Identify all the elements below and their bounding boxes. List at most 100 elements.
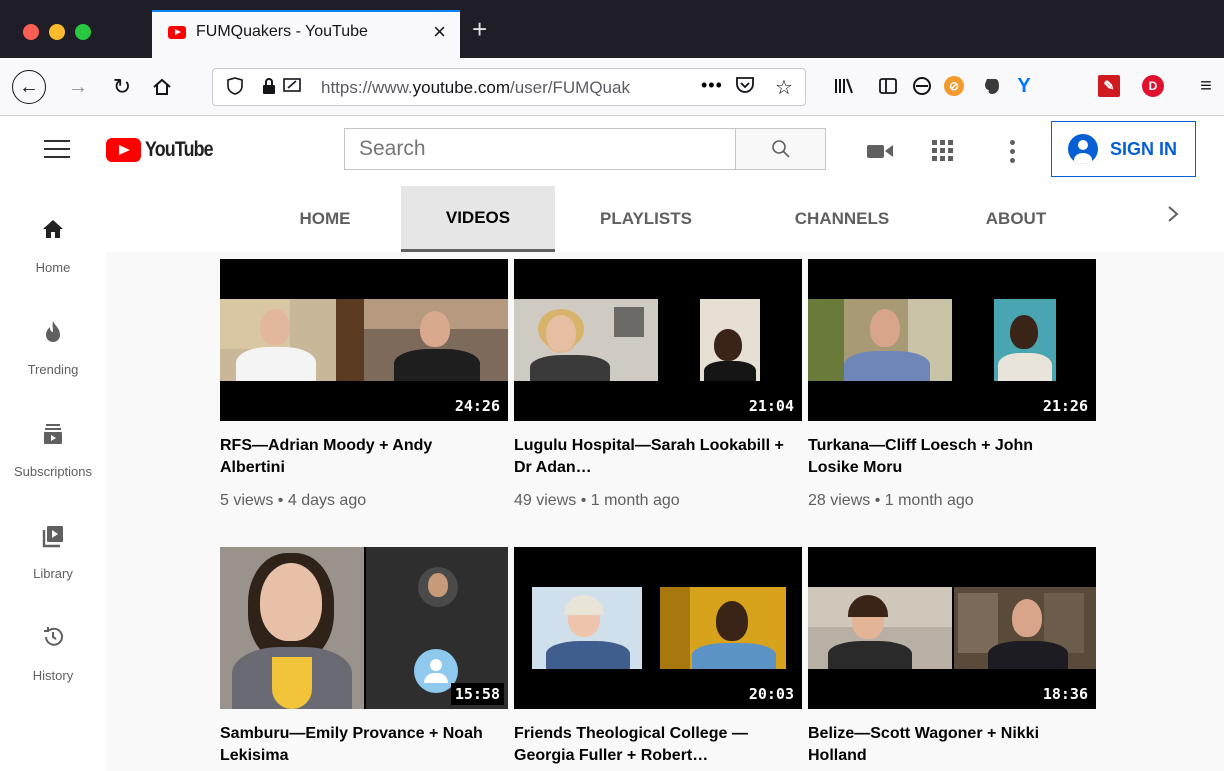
sidebar-item-library[interactable]: Library: [0, 524, 106, 581]
settings-more-icon[interactable]: [998, 138, 1026, 164]
new-tab-button[interactable]: +: [472, 14, 487, 45]
guide-sidebar: Home Trending Subscriptions Library Hist…: [0, 186, 106, 771]
search-input[interactable]: Search: [344, 128, 736, 170]
participant-video-panel: [532, 587, 642, 669]
video-thumbnail[interactable]: 21:26: [808, 259, 1096, 421]
library-icon: [0, 524, 106, 552]
search-button[interactable]: [736, 128, 826, 170]
browser-tab-active[interactable]: FUMQuakers - YouTube ×: [152, 10, 460, 58]
youtube-header: YouTube Search SIGN IN: [0, 116, 1224, 186]
tab-home[interactable]: HOME: [268, 186, 382, 252]
sidebar-item-subscriptions[interactable]: Subscriptions: [0, 422, 106, 479]
participant-video-panel: [220, 547, 364, 709]
video-metadata: 5 views • 4 days ago: [220, 492, 367, 509]
participant-video-panel: [514, 299, 658, 381]
tab-title: FUMQuakers - YouTube: [196, 23, 368, 40]
y-extension-icon[interactable]: Y: [1012, 72, 1036, 100]
address-bar[interactable]: https://www.youtube.com/user/FUMQuak •••…: [212, 68, 806, 106]
sidebar-item-label: Trending: [27, 362, 79, 377]
participant-video-panel: [364, 299, 508, 381]
tab-close-icon[interactable]: ×: [433, 19, 446, 45]
create-video-icon[interactable]: [866, 138, 894, 164]
house-icon: [153, 78, 171, 95]
video-metadata: 49 views • 1 month ago: [514, 492, 680, 509]
video-thumbnail[interactable]: 24:26: [220, 259, 508, 421]
video-thumbnail[interactable]: 20:03: [514, 547, 802, 709]
video-title[interactable]: RFS—Adrian Moody + Andy Albertini: [220, 435, 500, 479]
tab-channels[interactable]: CHANNELS: [772, 186, 912, 252]
participant-video-panel: [808, 299, 952, 381]
video-duration: 21:04: [744, 395, 798, 417]
account-toolbar-icon[interactable]: [910, 72, 934, 100]
tab-label: CHANNELS: [794, 209, 890, 228]
home-button[interactable]: [148, 70, 176, 104]
search-placeholder: Search: [359, 137, 426, 160]
video-thumbnail[interactable]: 18:36: [808, 547, 1096, 709]
evernote-extension-icon[interactable]: [980, 72, 1004, 100]
sign-in-button[interactable]: SIGN IN: [1051, 121, 1196, 177]
library-toolbar-icon[interactable]: [832, 72, 856, 100]
browser-toolbar: ← → ↻ https://www.youtube.com/user/FUMQu…: [0, 58, 1224, 116]
video-title[interactable]: Turkana—Cliff Loesch + John Losike Moru: [808, 435, 1088, 479]
tab-about[interactable]: ABOUT: [966, 186, 1066, 252]
menu-hamburger-icon[interactable]: ≡: [1194, 72, 1218, 100]
magic-wand-extension-icon[interactable]: ✎: [1098, 75, 1120, 97]
back-button[interactable]: ←: [12, 70, 46, 104]
video-thumbnail[interactable]: 21:04: [514, 259, 802, 421]
participant-video-panel: [220, 299, 364, 381]
forward-button[interactable]: →: [64, 70, 92, 104]
tracking-shield-icon[interactable]: [227, 77, 243, 100]
video-duration: 24:26: [450, 395, 504, 417]
d-extension-icon[interactable]: D: [1142, 75, 1164, 97]
window-zoom-button[interactable]: [75, 24, 91, 40]
subscriptions-icon: [0, 422, 106, 450]
video-thumbnail[interactable]: 15:58: [220, 547, 508, 709]
search-icon: [771, 140, 790, 158]
tabs-scroll-right-icon[interactable]: [1166, 204, 1180, 230]
participant-video-panel: [660, 587, 786, 669]
video-duration: 15:58: [450, 683, 504, 705]
pocket-icon[interactable]: [735, 76, 755, 99]
account-circle-icon: [1068, 134, 1098, 164]
tab-playlists[interactable]: PLAYLISTS: [576, 186, 716, 252]
video-duration: 20:03: [744, 683, 798, 705]
guide-menu-icon[interactable]: [44, 140, 70, 164]
page-scrollbar[interactable]: [1208, 252, 1224, 771]
youtube-play-logo-icon: [106, 138, 141, 162]
youtube-logo[interactable]: YouTube: [106, 138, 225, 162]
sidebar-item-history[interactable]: History: [0, 626, 106, 683]
sidebar-item-trending[interactable]: Trending: [0, 320, 106, 377]
channel-tabs: HOME VIDEOS PLAYLISTS CHANNELS ABOUT: [106, 186, 1224, 252]
sidebar-item-home[interactable]: Home: [0, 218, 106, 275]
sidebar-toolbar-icon[interactable]: [876, 72, 900, 100]
participant-video-panel: [700, 299, 760, 381]
video-metadata: 28 views • 1 month ago: [808, 492, 974, 509]
trending-icon: [0, 320, 106, 348]
video-title[interactable]: Samburu—Emily Provance + Noah Lekisima: [220, 723, 500, 767]
permissions-icon[interactable]: [283, 77, 303, 100]
extension-orange-icon[interactable]: ⊘: [944, 76, 964, 96]
url-text[interactable]: https://www.youtube.com/user/FUMQuak: [321, 78, 701, 98]
video-title[interactable]: Lugulu Hospital—Sarah Lookabill + Dr Ada…: [514, 435, 794, 479]
video-duration: 18:36: [1038, 683, 1092, 705]
video-title[interactable]: Belize—Scott Wagoner + Nikki Holland: [808, 723, 1088, 767]
history-icon: [0, 626, 106, 654]
window-close-button[interactable]: [23, 24, 39, 40]
tab-label: PLAYLISTS: [600, 209, 692, 228]
video-grid: 24:26 RFS—Adrian Moody + Andy Albertini …: [106, 252, 1224, 771]
youtube-favicon-icon: [168, 26, 186, 39]
browser-tab-bar: FUMQuakers - YouTube × +: [0, 0, 1224, 58]
participant-video-panel: [954, 587, 1096, 669]
lock-icon[interactable]: [261, 77, 277, 100]
sidebar-item-label: Home: [35, 260, 71, 275]
sidebar-item-label: History: [32, 668, 74, 683]
window-minimize-button[interactable]: [49, 24, 65, 40]
participant-video-panel: [994, 299, 1056, 381]
reload-button[interactable]: ↻: [108, 70, 136, 104]
tab-videos[interactable]: VIDEOS: [401, 186, 555, 252]
tab-label: HOME: [299, 209, 351, 228]
youtube-apps-icon[interactable]: [932, 140, 953, 161]
page-actions-icon[interactable]: •••: [701, 75, 723, 96]
video-title[interactable]: Friends Theological College —Georgia Ful…: [514, 723, 794, 767]
bookmark-star-icon[interactable]: ☆: [775, 75, 793, 100]
